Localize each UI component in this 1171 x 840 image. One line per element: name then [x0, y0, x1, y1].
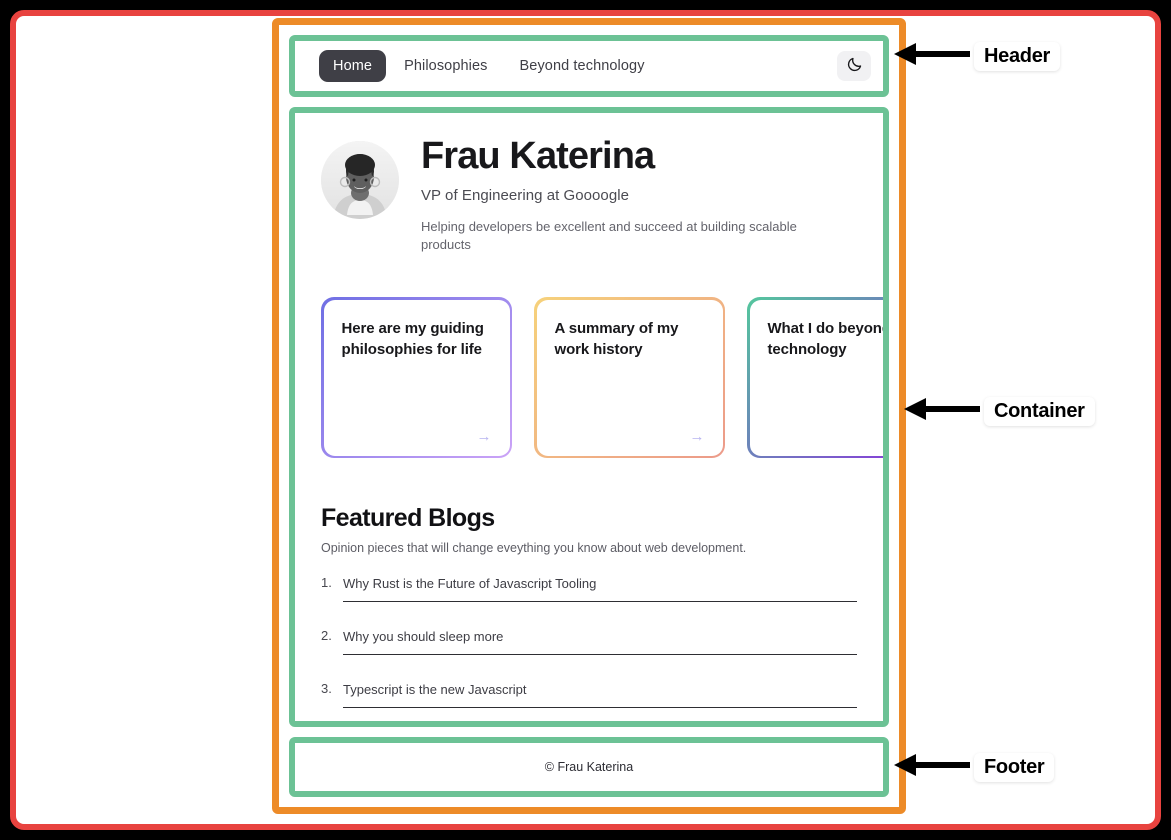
- featured-blogs-subtitle: Opinion pieces that will change eveythin…: [321, 541, 747, 556]
- copyright-text: © Frau Katerina: [544, 760, 634, 774]
- nav-item-home[interactable]: Home: [319, 50, 387, 82]
- main-content: Frau Katerina VP of Engineering at Goooo…: [295, 113, 883, 721]
- page-root: Home Philosophies Beyond technology Frau…: [0, 0, 1171, 840]
- blog-link[interactable]: Typescript is the new Javascript: [343, 682, 527, 697]
- arrow-right-icon: →: [689, 427, 705, 445]
- outer-annotation-frame: Home Philosophies Beyond technology Frau…: [10, 10, 1161, 830]
- nav-item-philosophies[interactable]: Philosophies: [390, 50, 501, 82]
- card-philosophies[interactable]: Here are my guiding philosophies for lif…: [321, 297, 512, 459]
- blog-list: Why Rust is the Future of Javascript Too…: [321, 575, 857, 709]
- site-footer: © Frau Katerina: [295, 743, 883, 791]
- featured-blogs-title: Featured Blogs: [321, 504, 495, 533]
- profile-bio: Helping developers be excellent and succ…: [421, 218, 797, 253]
- list-item[interactable]: Why Rust is the Future of Javascript Too…: [321, 575, 857, 603]
- site-header: Home Philosophies Beyond technology: [295, 41, 883, 91]
- profile-text: Frau Katerina VP of Engineering at Goooo…: [421, 135, 821, 255]
- moon-icon: [846, 56, 863, 76]
- profile-section: Frau Katerina VP of Engineering at Goooo…: [321, 135, 857, 255]
- primary-nav: Home Philosophies Beyond technology: [319, 50, 837, 82]
- main-annotation-frame: Frau Katerina VP of Engineering at Goooo…: [289, 107, 889, 727]
- list-item[interactable]: Why you should sleep more: [321, 628, 857, 656]
- card-title: What I do beyond technology: [767, 319, 889, 359]
- header-annotation-frame: Home Philosophies Beyond technology: [289, 35, 889, 97]
- blog-link[interactable]: Why Rust is the Future of Javascript Too…: [343, 576, 596, 591]
- user-photo-icon: [321, 141, 399, 219]
- featured-blogs-section: Featured Blogs Opinion pieces that will …: [321, 504, 857, 709]
- card-work-history[interactable]: A summary of my work history →: [534, 297, 725, 459]
- card-inner: What I do beyond technology →: [749, 299, 889, 456]
- nav-item-beyond-technology[interactable]: Beyond technology: [506, 50, 659, 82]
- card-inner: Here are my guiding philosophies for lif…: [323, 299, 510, 456]
- list-item[interactable]: Typescript is the new Javascript: [321, 681, 857, 709]
- page-title: Frau Katerina: [421, 135, 655, 177]
- card-title: Here are my guiding philosophies for lif…: [341, 319, 484, 359]
- avatar: [321, 141, 399, 219]
- theme-toggle-button[interactable]: [837, 51, 871, 81]
- arrow-right-icon: →: [476, 427, 492, 445]
- card-inner: A summary of my work history →: [536, 299, 723, 456]
- profile-role: VP of Engineering at Goooogle: [421, 186, 629, 204]
- container-annotation-frame: Home Philosophies Beyond technology Frau…: [272, 18, 906, 814]
- card-beyond-technology[interactable]: What I do beyond technology →: [747, 297, 889, 459]
- card-title: A summary of my work history: [554, 319, 679, 359]
- footer-annotation-frame: © Frau Katerina: [289, 737, 889, 797]
- blog-link[interactable]: Why you should sleep more: [343, 629, 503, 644]
- feature-cards: Here are my guiding philosophies for lif…: [321, 297, 883, 459]
